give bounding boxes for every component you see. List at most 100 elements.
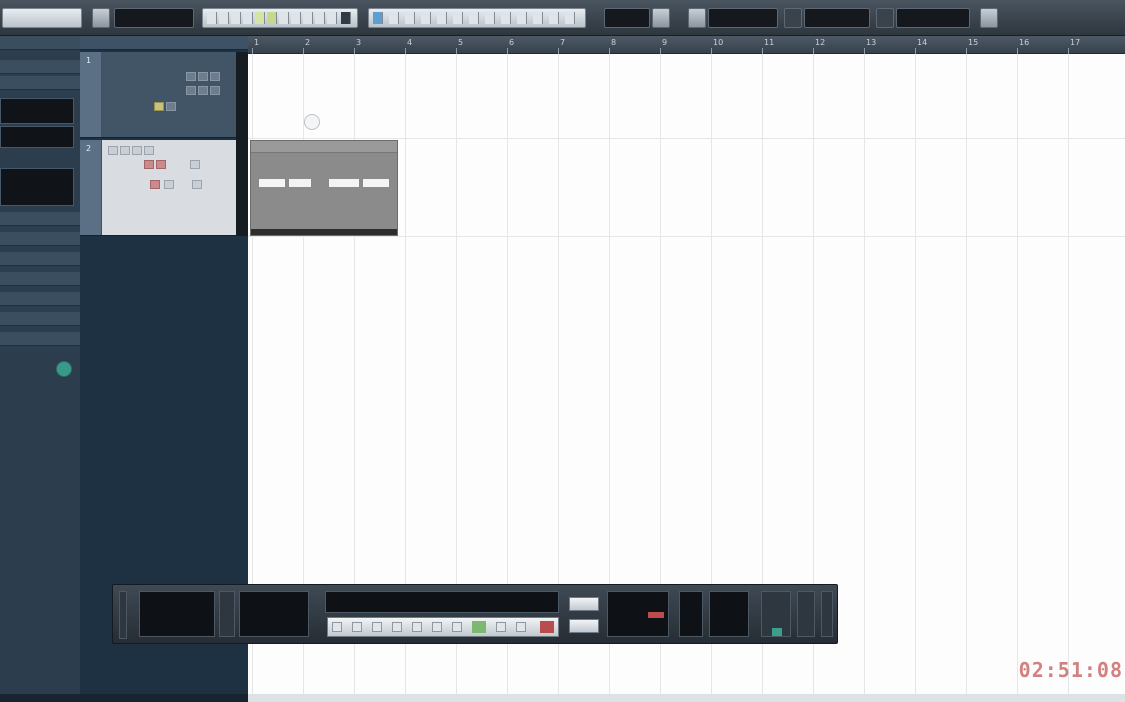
record-enable-button[interactable]: [210, 86, 220, 95]
go-to-start-icon[interactable]: [332, 622, 342, 632]
colors-field[interactable]: [896, 8, 970, 28]
inspector-header[interactable]: [0, 36, 80, 50]
inspector-section-midi-modifiers[interactable]: [0, 312, 80, 326]
quantize-value-field[interactable]: [804, 8, 870, 28]
midi-part-header[interactable]: [251, 141, 397, 153]
split-tool-icon[interactable]: [231, 12, 241, 24]
colors-toggle-button[interactable]: [876, 8, 894, 28]
read-automation-button[interactable]: [132, 146, 142, 155]
midi-note[interactable]: [259, 179, 285, 187]
transport-buttons[interactable]: [327, 617, 559, 637]
primary-time-display[interactable]: [325, 591, 559, 613]
rewind-icon[interactable]: [352, 622, 362, 632]
read-automation-button[interactable]: [210, 72, 220, 81]
performance-meter[interactable]: [139, 591, 215, 637]
zoom-tool-icon[interactable]: [267, 12, 277, 24]
inspector-channel-field[interactable]: [0, 126, 74, 148]
play-tool-icon[interactable]: [315, 12, 325, 24]
snap-events-icon[interactable]: [421, 12, 431, 24]
timeline-ruler[interactable]: 1 2 3 4 5 6 7 8 9 10 11 12 13 14 15 16 17: [248, 36, 1125, 54]
edit-channel-button[interactable]: [154, 102, 164, 111]
range-tool-icon[interactable]: [219, 12, 229, 24]
snap-relative-icon[interactable]: [533, 12, 543, 24]
freeze-button[interactable]: [164, 180, 174, 189]
project-button[interactable]: [2, 8, 82, 28]
inspector-section-quick-controls[interactable]: [0, 292, 80, 306]
solo-button[interactable]: [120, 146, 130, 155]
line-tool-icon[interactable]: [303, 12, 313, 24]
sync-button[interactable]: [569, 597, 599, 611]
click-button[interactable]: [569, 619, 599, 633]
write-automation-button[interactable]: [186, 86, 196, 95]
mute-button[interactable]: [186, 72, 196, 81]
track-list-header[interactable]: [80, 36, 248, 50]
tempo-display[interactable]: [607, 591, 669, 637]
fast-forward-icon[interactable]: [372, 622, 382, 632]
snap-magnetic-icon[interactable]: [453, 12, 463, 24]
track-row[interactable]: 1: [80, 52, 236, 138]
inspector-track-name-row[interactable]: [0, 60, 80, 74]
inspector-output-field[interactable]: [0, 98, 74, 124]
midi-part[interactable]: [250, 140, 398, 236]
time-warp-tool-icon[interactable]: [327, 12, 337, 24]
draw-tool-icon[interactable]: [291, 12, 301, 24]
transport-collapse-handle[interactable]: [821, 591, 833, 637]
monitor-button[interactable]: [198, 86, 208, 95]
transport-handle[interactable]: [119, 591, 127, 639]
snap-use-icon[interactable]: [549, 12, 559, 24]
snap-beat-icon[interactable]: [501, 12, 511, 24]
inspector-section-eq[interactable]: [0, 252, 80, 266]
snap-type-icon[interactable]: [389, 12, 399, 24]
stop-icon[interactable]: [432, 622, 442, 632]
horizontal-scrollbar[interactable]: [248, 694, 1125, 702]
punch-in-icon[interactable]: [496, 622, 506, 632]
snap-bar-icon[interactable]: [485, 12, 495, 24]
inspector-section-sends[interactable]: [0, 232, 80, 246]
inspector-program-field[interactable]: [0, 168, 74, 206]
lane-button[interactable]: [192, 180, 202, 189]
track-header[interactable]: [102, 140, 236, 235]
snap-controls[interactable]: [368, 8, 586, 28]
snap-cursor-icon[interactable]: [437, 12, 447, 24]
position-marker-icon[interactable]: [304, 114, 320, 130]
solo-button[interactable]: [198, 72, 208, 81]
object-select-tool-icon[interactable]: [207, 12, 217, 24]
tool-buttons[interactable]: [202, 8, 358, 28]
record-mode-selector[interactable]: [219, 591, 235, 637]
punch-out-icon[interactable]: [516, 622, 526, 632]
inspector-section-inserts[interactable]: [0, 212, 80, 226]
lock-button[interactable]: [166, 102, 176, 111]
grid-toggle-button[interactable]: [688, 8, 706, 28]
snap-grid-icon[interactable]: [405, 12, 415, 24]
play-icon[interactable]: [472, 621, 486, 633]
inspector-section-notepad[interactable]: [0, 272, 80, 286]
inspector-settings-row[interactable]: [0, 76, 80, 90]
mode-selector[interactable]: [114, 8, 194, 28]
go-to-end-icon[interactable]: [392, 622, 402, 632]
quantize-type-field[interactable]: [604, 8, 650, 28]
track-row[interactable]: 2: [80, 140, 236, 236]
erase-tool-icon[interactable]: [255, 12, 265, 24]
record-icon[interactable]: [540, 621, 554, 633]
snap-shuffle-icon[interactable]: [469, 12, 479, 24]
mute-tool-icon[interactable]: [279, 12, 289, 24]
mute-button[interactable]: [108, 146, 118, 155]
inspector-pan-knob[interactable]: [56, 361, 72, 377]
midi-note[interactable]: [329, 179, 359, 187]
monitor-button[interactable]: [156, 160, 166, 169]
quantize-dropdown-icon[interactable]: [652, 8, 670, 28]
track-header[interactable]: [102, 52, 236, 137]
track-list-splitter[interactable]: [236, 52, 248, 236]
snap-quantize-icon[interactable]: [517, 12, 527, 24]
autoscroll-icon[interactable]: [373, 12, 383, 24]
metronome-icon[interactable]: [452, 622, 462, 632]
instrument-button[interactable]: [190, 160, 200, 169]
write-automation-button[interactable]: [144, 146, 154, 155]
midi-note[interactable]: [289, 179, 311, 187]
snap-mode-icon[interactable]: [565, 12, 575, 24]
record-enable-button[interactable]: [144, 160, 154, 169]
glue-tool-icon[interactable]: [243, 12, 253, 24]
grid-type-field[interactable]: [708, 8, 778, 28]
quantize-toggle-button[interactable]: [784, 8, 802, 28]
locator-display[interactable]: [239, 591, 309, 637]
